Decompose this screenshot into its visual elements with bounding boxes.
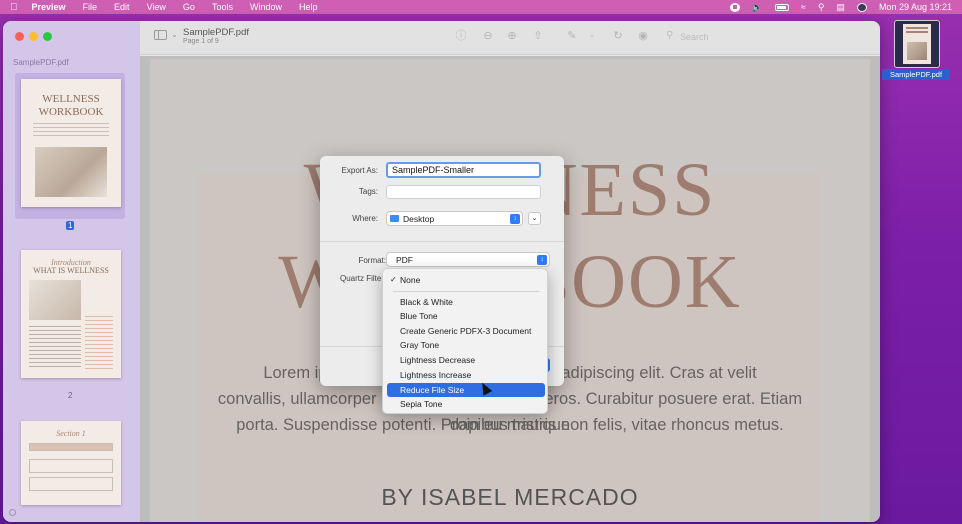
up-down-chevron-icon: ↕ xyxy=(537,255,547,265)
thumbnail-text-lines xyxy=(85,316,113,370)
quartz-option-lightness-decrease[interactable]: Lightness Decrease xyxy=(387,353,545,367)
folder-icon xyxy=(390,215,399,222)
quartz-option-blue-tone[interactable]: Blue Tone xyxy=(387,309,545,323)
where-label: Where: xyxy=(352,214,378,223)
page-number-2: 2 xyxy=(68,391,73,400)
user-avatar-icon[interactable] xyxy=(856,2,867,12)
sidebar-toggle-icon[interactable] xyxy=(154,30,167,40)
thumbnail-photo xyxy=(35,147,107,197)
quartz-filter-menu: ✓ None Black & White Blue Tone Create Ge… xyxy=(382,268,548,414)
desktop-file-preview xyxy=(903,24,931,64)
document-page-info: Page 1 of 9 xyxy=(183,38,219,45)
checkmark-icon: ✓ xyxy=(390,275,397,284)
toolbar: ⌄ SamplePDF.pdf Page 1 of 9 ⓘ ⊖ ⊕ ⇧ ✎ ⌄ … xyxy=(140,21,880,55)
zoom-out-icon[interactable]: ⊖ xyxy=(482,30,494,42)
quartz-option-gray-tone[interactable]: Gray Tone xyxy=(387,338,545,352)
expand-browser-button[interactable]: ⌄ xyxy=(528,212,541,225)
info-icon[interactable]: ⓘ xyxy=(455,30,467,42)
thumbnail-page-1[interactable]: WELLNESS WORKBOOK xyxy=(21,79,121,207)
battery-icon[interactable] xyxy=(774,3,789,11)
quartz-option-label: None xyxy=(400,275,421,285)
status-area: 🔈 ≈ ⚲ ▤ Mon 29 Aug 19:21 xyxy=(729,2,952,13)
where-popup[interactable]: Desktop ↕ xyxy=(386,211,523,226)
annotate-icon[interactable]: ◉ xyxy=(637,30,649,42)
thumbnail-banner xyxy=(29,443,113,451)
chevron-down-icon[interactable]: ⌄ xyxy=(171,30,178,39)
menu-window[interactable]: Window xyxy=(250,2,282,12)
search-icon: ⚲ xyxy=(666,30,674,41)
search-field[interactable]: ⚲ Search xyxy=(662,30,862,46)
thumbnail-form-field xyxy=(29,459,113,473)
thumbnail-text-lines xyxy=(33,123,109,137)
thumbnail-photo xyxy=(29,280,81,320)
desktop-file-label[interactable]: SamplePDF.pdf xyxy=(882,69,950,80)
format-label: Format: xyxy=(358,256,386,265)
tags-input[interactable] xyxy=(386,185,541,199)
up-down-chevron-icon: ↕ xyxy=(510,214,520,224)
thumbnail-sidebar: SamplePDF.pdf WELLNESS WORKBOOK 1 Introd… xyxy=(3,21,140,522)
thumbnail-script-heading: Section 1 xyxy=(56,429,86,438)
zoom-in-icon[interactable]: ⊕ xyxy=(506,30,518,42)
page-number-1: 1 xyxy=(66,221,75,230)
thumbnail-form-field xyxy=(29,477,113,491)
control-center-icon[interactable]: ▤ xyxy=(836,2,845,13)
menu-file[interactable]: File xyxy=(83,2,98,12)
menu-go[interactable]: Go xyxy=(183,2,195,12)
menu-view[interactable]: View xyxy=(147,2,166,12)
wifi-icon[interactable]: ≈ xyxy=(801,2,806,12)
quartz-option-lightness-increase[interactable]: Lightness Increase xyxy=(387,368,545,382)
quartz-option-sepia-tone[interactable]: Sepia Tone xyxy=(387,397,545,411)
menu-help[interactable]: Help xyxy=(299,2,318,12)
menu-clock[interactable]: Mon 29 Aug 19:21 xyxy=(879,2,952,12)
chevron-down-icon[interactable]: ⌄ xyxy=(586,30,598,42)
thumbnail-page-3[interactable]: Section 1 xyxy=(21,421,121,505)
format-value: PDF xyxy=(396,255,413,265)
thumbnail-title: WELLNESS WORKBOOK xyxy=(38,93,104,118)
menu-bar:  Preview File Edit View Go Tools Window… xyxy=(0,0,962,14)
volume-icon[interactable]: 🔈 xyxy=(752,2,763,13)
zoom-window-button[interactable] xyxy=(43,32,52,41)
desktop-file-icon[interactable] xyxy=(894,20,940,68)
sheet-divider xyxy=(320,241,564,242)
menu-separator xyxy=(393,291,539,292)
quartz-option-black-white[interactable]: Black & White xyxy=(387,295,545,309)
markup-pen-icon[interactable]: ✎ xyxy=(566,30,578,42)
export-as-input[interactable] xyxy=(386,162,541,178)
quartz-filter-label: Quartz Filter xyxy=(339,274,384,283)
minimize-window-button[interactable] xyxy=(29,32,38,41)
menu-app-name[interactable]: Preview xyxy=(32,2,66,12)
format-popup[interactable]: PDF ↕ xyxy=(386,252,550,267)
share-icon[interactable]: ⇧ xyxy=(532,30,544,42)
menu-edit[interactable]: Edit xyxy=(114,2,130,12)
quartz-option-reduce-file-size[interactable]: Reduce File Size xyxy=(387,383,545,397)
close-window-button[interactable] xyxy=(15,32,24,41)
menu-tools[interactable]: Tools xyxy=(212,2,233,12)
thumbnail-text-lines xyxy=(29,326,81,370)
thumbnail-page-2[interactable]: Introduction WHAT IS WELLNESS xyxy=(21,250,121,378)
rotate-icon[interactable]: ↻ xyxy=(612,30,624,42)
search-placeholder: Search xyxy=(680,32,709,42)
tags-label: Tags: xyxy=(358,187,378,196)
where-value: Desktop xyxy=(403,214,435,224)
quartz-option-none[interactable]: ✓ None xyxy=(387,273,545,287)
document-title: SamplePDF.pdf xyxy=(183,27,250,38)
thumbnail-title: WHAT IS WELLNESS xyxy=(33,266,109,275)
export-as-label: Export As: xyxy=(341,166,378,175)
sidebar-status-icon xyxy=(9,509,16,516)
sidebar-filename: SamplePDF.pdf xyxy=(13,58,69,67)
quartz-option-pdfx3[interactable]: Create Generic PDFX-3 Document xyxy=(387,324,545,338)
spotlight-search-icon[interactable]: ⚲ xyxy=(818,2,825,13)
screen-record-icon[interactable] xyxy=(729,2,740,12)
apple-menu-icon[interactable]:  xyxy=(10,2,18,13)
